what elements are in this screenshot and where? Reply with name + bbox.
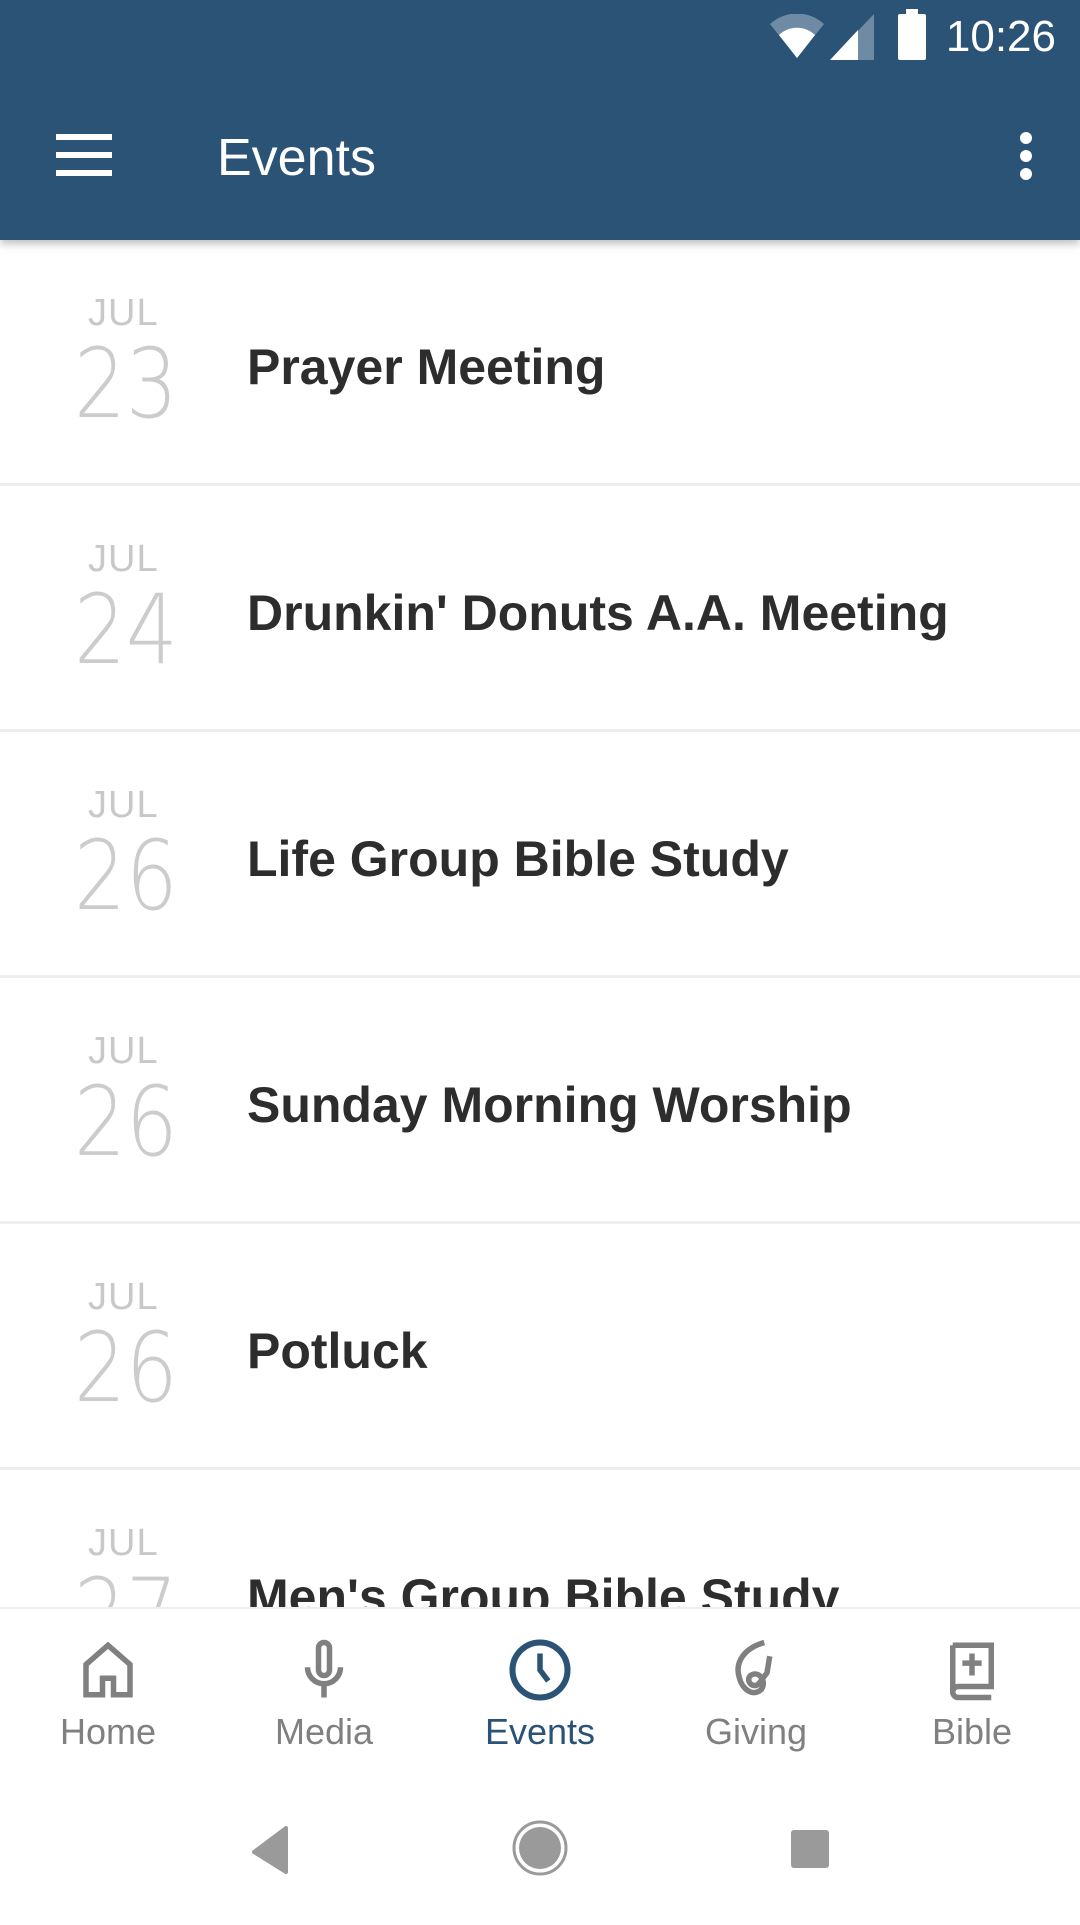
battery-icon	[898, 9, 926, 60]
status-bar: 10:26	[0, 0, 1080, 75]
event-row[interactable]: JUL 26 Sunday Morning Worship	[0, 978, 1080, 1224]
event-row[interactable]: JUL 26 Life Group Bible Study	[0, 732, 1080, 978]
events-list: JUL 23 Prayer Meeting JUL 24 Drunkin' Do…	[0, 240, 1080, 1607]
recents-square-icon	[791, 1830, 829, 1868]
event-title: Life Group Bible Study	[247, 831, 789, 887]
system-navigation-bar	[0, 1780, 1080, 1920]
nav-item-media[interactable]: Media	[216, 1609, 432, 1780]
app-header: 10:26 Events	[0, 0, 1080, 240]
event-title: Potluck	[247, 1323, 428, 1379]
back-triangle-icon	[252, 1826, 288, 1874]
nav-item-giving[interactable]: Giving	[648, 1609, 864, 1780]
more-vert-dot	[1020, 168, 1032, 180]
hamburger-line	[56, 170, 112, 176]
bible-icon	[950, 1642, 994, 1701]
nav-label-home: Home	[59, 1711, 157, 1752]
nav-item-events[interactable]: Events	[432, 1609, 648, 1780]
bottom-navigation: Home Media Events Giving Bible	[0, 1607, 1080, 1780]
event-title: Drunkin' Donuts A.A. Meeting	[247, 585, 949, 641]
wifi-icon	[770, 14, 824, 58]
page-title: Events	[217, 129, 376, 187]
event-row[interactable]: JUL 23 Prayer Meeting	[0, 240, 1080, 486]
hamburger-menu-button[interactable]	[40, 120, 130, 190]
event-day: 26	[74, 820, 178, 932]
event-day: 23	[74, 328, 178, 440]
clock-icon	[509, 1639, 571, 1701]
nav-label-events: Events	[484, 1711, 596, 1752]
event-row[interactable]: JUL 26 Potluck	[0, 1224, 1080, 1470]
event-day: 24	[74, 574, 178, 686]
event-day: 27	[74, 1558, 178, 1607]
hamburger-line	[56, 152, 112, 158]
event-title: Prayer Meeting	[247, 339, 606, 395]
giving-hand-icon	[735, 1639, 773, 1696]
nav-label-giving: Giving	[704, 1711, 808, 1752]
home-icon	[83, 1641, 133, 1698]
system-home-button[interactable]	[470, 1780, 610, 1920]
nav-item-home[interactable]: Home	[0, 1609, 216, 1780]
more-options-button[interactable]	[1000, 120, 1050, 190]
event-row[interactable]: JUL 24 Drunkin' Donuts A.A. Meeting	[0, 486, 1080, 732]
event-day: 26	[74, 1312, 178, 1424]
hamburger-menu-icon	[56, 134, 112, 140]
event-title: Men's Group Bible Study	[247, 1569, 840, 1607]
more-vert-dot	[1020, 150, 1032, 162]
event-day: 26	[74, 1066, 178, 1178]
cellular-signal-icon	[830, 14, 874, 60]
home-circle-icon	[512, 1820, 568, 1876]
event-title: Sunday Morning Worship	[247, 1077, 852, 1133]
more-vert-icon	[1020, 132, 1032, 144]
nav-label-bible: Bible	[931, 1711, 1013, 1752]
system-recents-button[interactable]	[740, 1780, 880, 1920]
status-time: 10:26	[945, 12, 1056, 61]
microphone-icon	[304, 1639, 344, 1698]
nav-label-media: Media	[274, 1711, 374, 1752]
event-row[interactable]: JUL 27 Men's Group Bible Study	[0, 1470, 1080, 1607]
nav-item-bible[interactable]: Bible	[864, 1609, 1080, 1780]
system-back-button[interactable]	[200, 1780, 340, 1920]
